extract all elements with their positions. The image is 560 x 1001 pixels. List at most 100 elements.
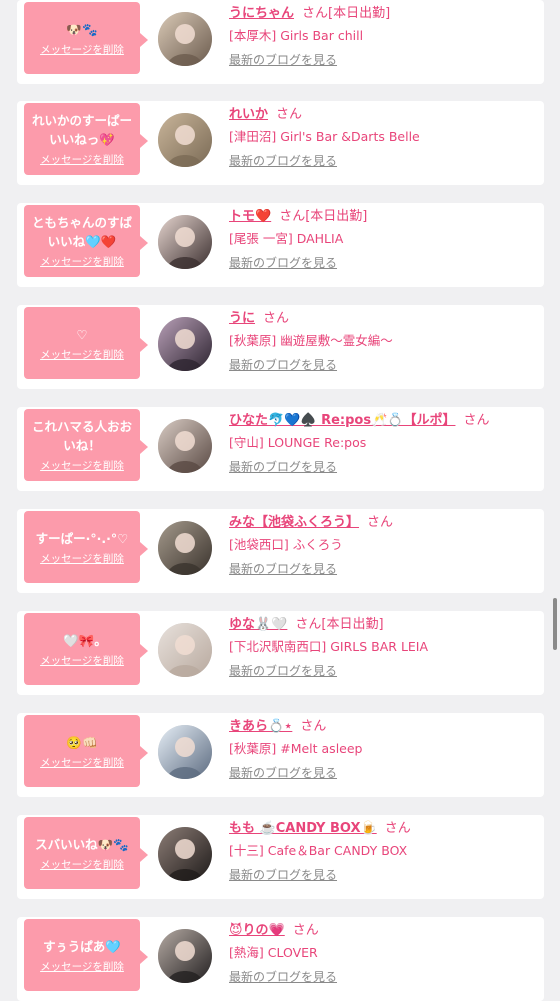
message-bubble[interactable]: ♡ メッセージを削除: [24, 307, 148, 379]
message-text: ♡: [76, 326, 88, 342]
honorific: さん: [279, 209, 306, 224]
honorific: さん: [302, 6, 329, 21]
name-row: うにちゃん さん[本日出勤]: [229, 4, 537, 24]
avatar[interactable]: [158, 113, 212, 167]
on-duty-today: [本日出勤]: [328, 6, 391, 21]
message-card: スバいいね🐶🐾 メッセージを削除 もも ☕️CANDY BOX🍺 さん [十三]…: [17, 815, 544, 899]
latest-blog-link[interactable]: 最新のブログを見る: [229, 662, 337, 679]
latest-blog-link[interactable]: 最新のブログを見る: [229, 458, 337, 475]
message-text: 🥺👊🏻: [66, 734, 98, 750]
card-info: 😈りの💗 さん [熱海] CLOVER 最新のブログを見る: [229, 921, 537, 985]
latest-blog-link[interactable]: 最新のブログを見る: [229, 968, 337, 985]
message-card: 🐶🐾 メッセージを削除 うにちゃん さん[本日出勤] [本厚木] Girls B…: [17, 0, 544, 84]
card-info: れいか さん [津田沼] Girl's Bar &Darts Belle 最新のブ…: [229, 105, 537, 169]
cast-name-link[interactable]: うにちゃん: [229, 6, 294, 21]
shop-label: [守山] LOUNGE Re:pos: [229, 435, 367, 450]
shop-label: [津田沼] Girl's Bar &Darts Belle: [229, 129, 420, 144]
avatar[interactable]: [158, 419, 212, 473]
avatar[interactable]: [158, 929, 212, 983]
cast-name-link[interactable]: みな【池袋ふくろう】: [229, 515, 359, 530]
message-text: れいかのすーぱーいいねっ💖: [31, 113, 132, 147]
card-info: みな【池袋ふくろう】 さん [池袋西口] ふくろう 最新のブログを見る: [229, 513, 537, 577]
avatar[interactable]: [158, 215, 212, 269]
message-bubble[interactable]: 🤍🎀｡ メッセージを削除: [24, 613, 148, 685]
cast-name-link[interactable]: トモ❤️: [229, 209, 271, 224]
name-row: トモ❤️ さん[本日出勤]: [229, 207, 537, 227]
card-info: ゆな🐰🤍 さん[本日出勤] [下北沢駅南西口] GIRLS BAR LEIA 最新…: [229, 615, 537, 679]
delete-message-link[interactable]: メッセージを削除: [40, 254, 124, 269]
message-bubble[interactable]: これハマる人おおいね！ メッセージを削除: [24, 409, 148, 481]
message-bubble[interactable]: すーぱー·°·.·°♡ メッセージを削除: [24, 511, 148, 583]
message-text: 🤍🎀｡: [63, 632, 101, 648]
message-bubble[interactable]: れいかのすーぱーいいねっ💖 メッセージを削除: [24, 103, 148, 175]
avatar[interactable]: [158, 521, 212, 575]
delete-message-link[interactable]: メッセージを削除: [40, 458, 124, 473]
cast-name-link[interactable]: きあら💍⋆: [229, 719, 292, 734]
delete-message-link[interactable]: メッセージを削除: [40, 653, 124, 668]
name-row: きあら💍⋆ さん: [229, 717, 537, 737]
card-info: うに さん [秋葉原] 幽遊屋敷〜霊女編〜 最新のブログを見る: [229, 309, 537, 373]
delete-message-link[interactable]: メッセージを削除: [40, 857, 124, 872]
cast-name-link[interactable]: ゆな🐰🤍: [229, 617, 287, 632]
message-card: 🤍🎀｡ メッセージを削除 ゆな🐰🤍 さん[本日出勤] [下北沢駅南西口] GIR…: [17, 611, 544, 695]
message-bubble[interactable]: 🐶🐾 メッセージを削除: [24, 2, 148, 74]
honorific: さん: [463, 413, 490, 428]
latest-blog-link[interactable]: 最新のブログを見る: [229, 152, 337, 169]
delete-message-link[interactable]: メッセージを削除: [40, 551, 124, 566]
latest-blog-link[interactable]: 最新のブログを見る: [229, 356, 337, 373]
avatar[interactable]: [158, 623, 212, 677]
message-text: すぅうぱあ🩵: [43, 938, 121, 954]
on-duty-today: [本日出勤]: [321, 617, 384, 632]
shop-label: [本厚木] Girls Bar chill: [229, 28, 364, 43]
cast-name-link[interactable]: ひなた🐬💙♠️ Re:pos🥂💍【ルポ】: [229, 413, 455, 428]
message-card: これハマる人おおいね！ メッセージを削除 ひなた🐬💙♠️ Re:pos🥂💍【ルポ…: [17, 407, 544, 491]
latest-blog-link[interactable]: 最新のブログを見る: [229, 764, 337, 781]
scrollbar[interactable]: [553, 598, 557, 650]
message-bubble[interactable]: スバいいね🐶🐾 メッセージを削除: [24, 817, 148, 889]
latest-blog-link[interactable]: 最新のブログを見る: [229, 866, 337, 883]
honorific: さん: [263, 311, 290, 326]
name-row: みな【池袋ふくろう】 さん: [229, 513, 537, 533]
latest-blog-link[interactable]: 最新のブログを見る: [229, 51, 337, 68]
name-row: うに さん: [229, 309, 537, 329]
name-row: れいか さん: [229, 105, 537, 125]
delete-message-link[interactable]: メッセージを削除: [40, 347, 124, 362]
cast-name-link[interactable]: もも ☕️CANDY BOX🍺: [229, 821, 377, 836]
message-text: ともちゃんのすばいいね🩵❤️: [31, 215, 132, 249]
avatar[interactable]: [158, 317, 212, 371]
shop-label: [秋葉原] #Melt asleep: [229, 741, 363, 756]
message-card: すーぱー·°·.·°♡ メッセージを削除 みな【池袋ふくろう】さん [池袋西口: [17, 509, 544, 593]
latest-blog-link[interactable]: 最新のブログを見る: [229, 254, 337, 271]
latest-blog-link[interactable]: 最新のブログを見る: [229, 560, 337, 577]
card-info: トモ❤️ さん[本日出勤] [尾張 一宮] DAHLIA 最新のブログを見る: [229, 207, 537, 271]
message-bubble[interactable]: すぅうぱあ🩵 メッセージを削除: [24, 919, 148, 991]
name-row: もも ☕️CANDY BOX🍺 さん: [229, 819, 537, 839]
message-card: ♡ メッセージを削除 うに さん [秋葉原] 幽遊屋敷〜霊女編〜 最新のブログを…: [17, 305, 544, 389]
message-card: 🥺👊🏻 メッセージを削除 きあら💍⋆ さん [秋葉原] #Melt asleep…: [17, 713, 544, 797]
cast-name-link[interactable]: 😈りの💗: [229, 923, 285, 938]
message-bubble[interactable]: ともちゃんのすばいいね🩵❤️ メッセージを削除: [24, 205, 148, 277]
cast-name-link[interactable]: れいか: [229, 107, 268, 122]
shop-label: [尾張 一宮] DAHLIA: [229, 231, 344, 246]
message-card: すぅうぱあ🩵 メッセージを削除 😈りの💗 さん [熱海] CLOVER 最新のブ…: [17, 917, 544, 1001]
avatar[interactable]: [158, 12, 212, 66]
honorific: さん: [295, 617, 322, 632]
card-info: きあら💍⋆ さん [秋葉原] #Melt asleep 最新のブログを見る: [229, 717, 537, 781]
delete-message-link[interactable]: メッセージを削除: [40, 152, 124, 167]
message-text: これハマる人おおいね！: [31, 419, 132, 453]
card-info: もも ☕️CANDY BOX🍺 さん [十三] Cafe＆Bar CANDY BO…: [229, 819, 537, 883]
delete-message-link[interactable]: メッセージを削除: [40, 42, 124, 57]
avatar[interactable]: [158, 827, 212, 881]
cast-name-link[interactable]: うに: [229, 311, 255, 326]
name-row: 😈りの💗 さん: [229, 921, 537, 941]
delete-message-link[interactable]: メッセージを削除: [40, 959, 124, 974]
shop-label: [熱海] CLOVER: [229, 945, 318, 960]
card-info: ひなた🐬💙♠️ Re:pos🥂💍【ルポ】 さん [守山] LOUNGE Re:po…: [229, 411, 537, 475]
message-text: すーぱー·°·.·°♡: [35, 530, 129, 546]
shop-label: [池袋西口] ふくろう: [229, 537, 343, 552]
message-bubble[interactable]: 🥺👊🏻 メッセージを削除: [24, 715, 148, 787]
message-text: スバいいね🐶🐾: [35, 836, 129, 852]
delete-message-link[interactable]: メッセージを削除: [40, 755, 124, 770]
honorific: さん: [276, 107, 303, 122]
avatar[interactable]: [158, 725, 212, 779]
